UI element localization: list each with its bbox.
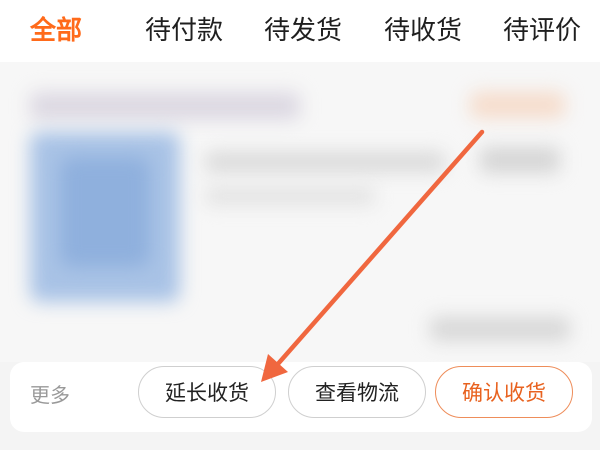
- order-card[interactable]: [0, 62, 600, 362]
- extend-receipt-button[interactable]: 延长收货: [138, 366, 276, 418]
- tab-all[interactable]: 全部: [30, 14, 82, 48]
- blurred-shop-name: [30, 92, 300, 120]
- confirm-receipt-button[interactable]: 确认收货: [435, 366, 573, 418]
- order-status-tabs: 全部 待付款 待发货 待收货 待评价: [0, 0, 600, 62]
- order-action-bar: 更多 延长收货 查看物流 确认收货: [10, 362, 592, 432]
- blurred-product-price: [480, 147, 560, 173]
- view-logistics-button[interactable]: 查看物流: [288, 366, 426, 418]
- blurred-product-image: [60, 157, 150, 267]
- tab-pending-review[interactable]: 待评价: [503, 14, 581, 48]
- blurred-order-status: [470, 92, 565, 118]
- blurred-product-spec: [205, 187, 375, 205]
- blurred-order-total: [430, 317, 570, 341]
- tab-pending-receipt[interactable]: 待收货: [384, 14, 462, 48]
- more-link[interactable]: 更多: [30, 380, 70, 410]
- tab-pending-payment[interactable]: 待付款: [145, 14, 223, 48]
- tab-pending-shipment[interactable]: 待发货: [264, 14, 342, 48]
- blurred-product-title: [205, 152, 445, 172]
